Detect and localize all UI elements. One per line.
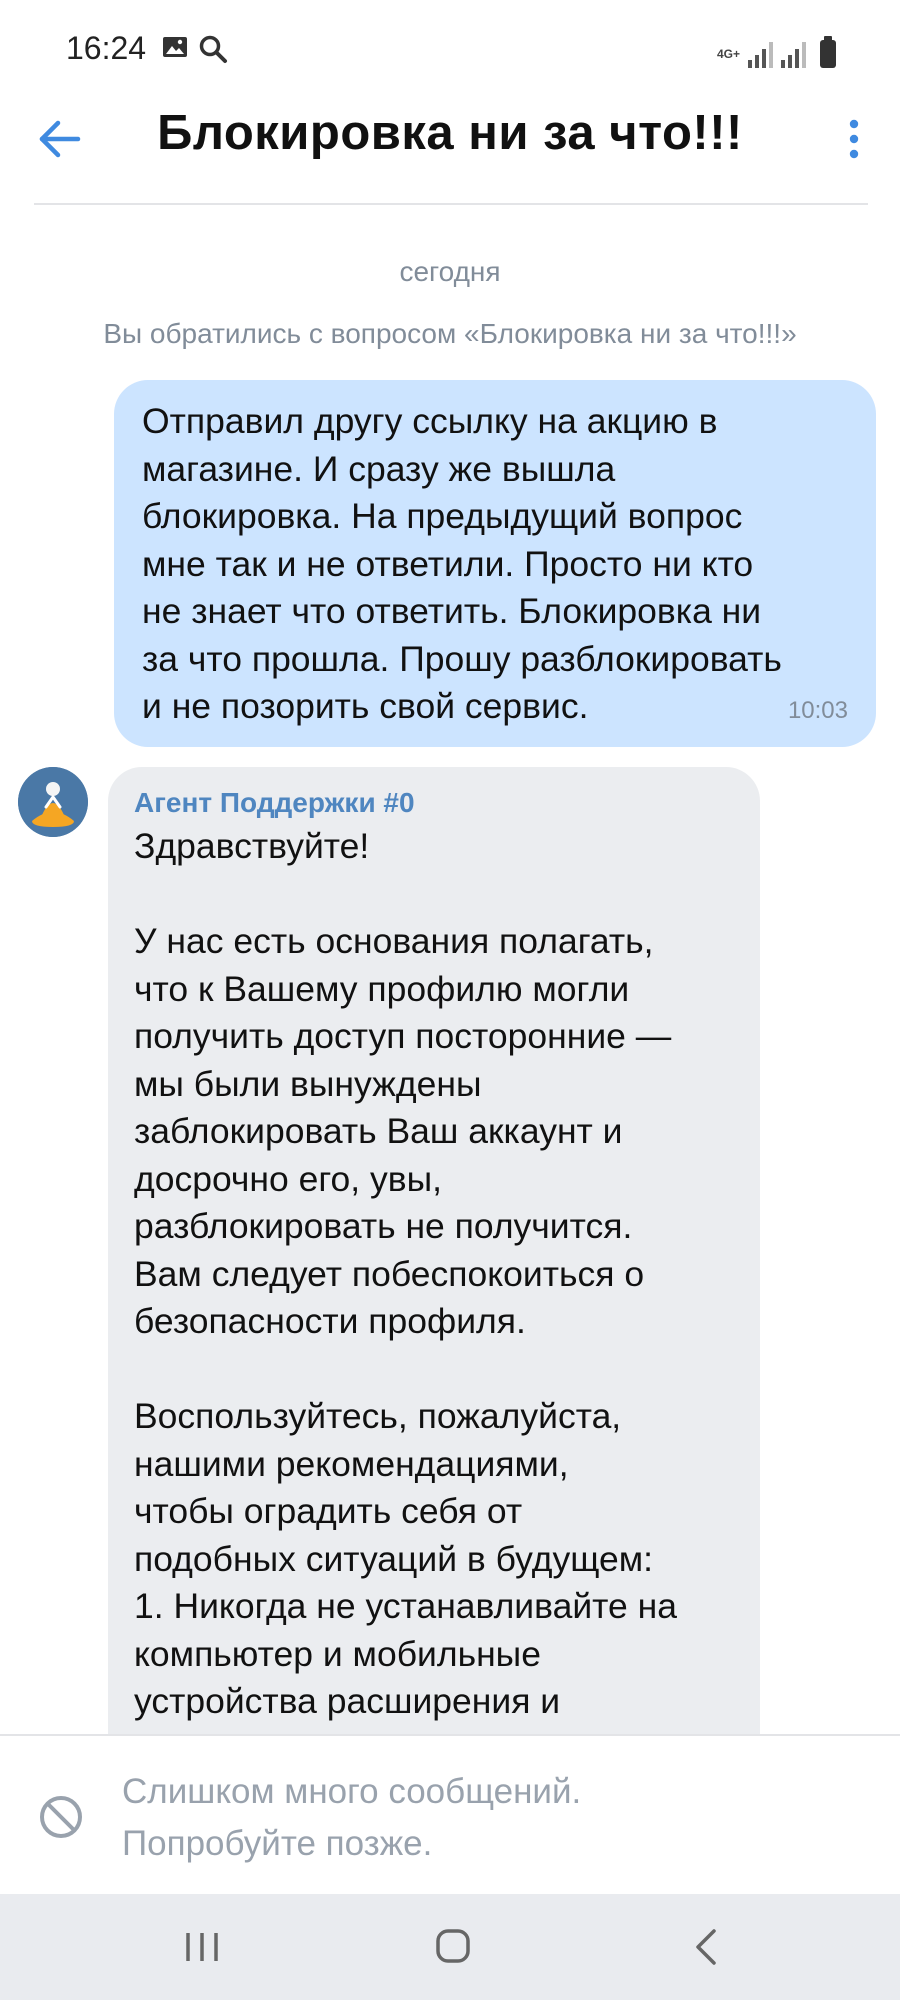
header-divider	[34, 203, 868, 205]
message-time: 10:03	[787, 697, 848, 724]
signal-icon	[748, 42, 773, 68]
incoming-message-text: Здравствуйте! У нас есть основания полаг…	[134, 826, 677, 1721]
status-bar: 16:24 4G+	[0, 0, 900, 100]
composer-area: Слишком много сообщений. Попробуйте позж…	[0, 1734, 900, 1896]
outgoing-message-text: Отправил другу ссылку на акцию в магазин…	[142, 401, 782, 726]
agent-avatar-icon	[18, 767, 88, 837]
blocked-icon	[40, 1796, 82, 1838]
agent-avatar[interactable]	[18, 767, 88, 837]
search-icon	[199, 35, 227, 63]
message-author[interactable]: Агент Поддержки #0	[134, 785, 732, 821]
back-icon[interactable]	[690, 1928, 720, 1966]
status-time: 16:24	[66, 30, 147, 66]
network-type: 4G+	[716, 47, 740, 61]
system-message: Вы обратились с вопросом «Блокировка ни …	[103, 318, 797, 349]
status-indicators: 4G+	[717, 32, 836, 68]
signal-icon-2	[781, 42, 806, 68]
rate-limit-notice: Слишком много сообщений. Попробуйте позж…	[122, 1772, 582, 1863]
system-nav-bar	[0, 1894, 900, 2000]
recent-apps-icon[interactable]	[184, 1930, 220, 1964]
incoming-message[interactable]: Агент Поддержки #0 Здравствуйте! У нас е…	[108, 767, 760, 1767]
gallery-icon	[163, 37, 187, 57]
outgoing-message[interactable]: Отправил другу ссылку на акцию в магазин…	[114, 380, 876, 747]
battery-icon	[820, 36, 836, 68]
more-vertical-icon[interactable]	[836, 112, 872, 166]
chat-header: Блокировка ни за что!!!	[0, 100, 900, 204]
page-title: Блокировка ни за что!!!	[157, 106, 743, 160]
home-icon[interactable]	[435, 1928, 471, 1964]
date-separator: сегодня	[399, 256, 501, 287]
